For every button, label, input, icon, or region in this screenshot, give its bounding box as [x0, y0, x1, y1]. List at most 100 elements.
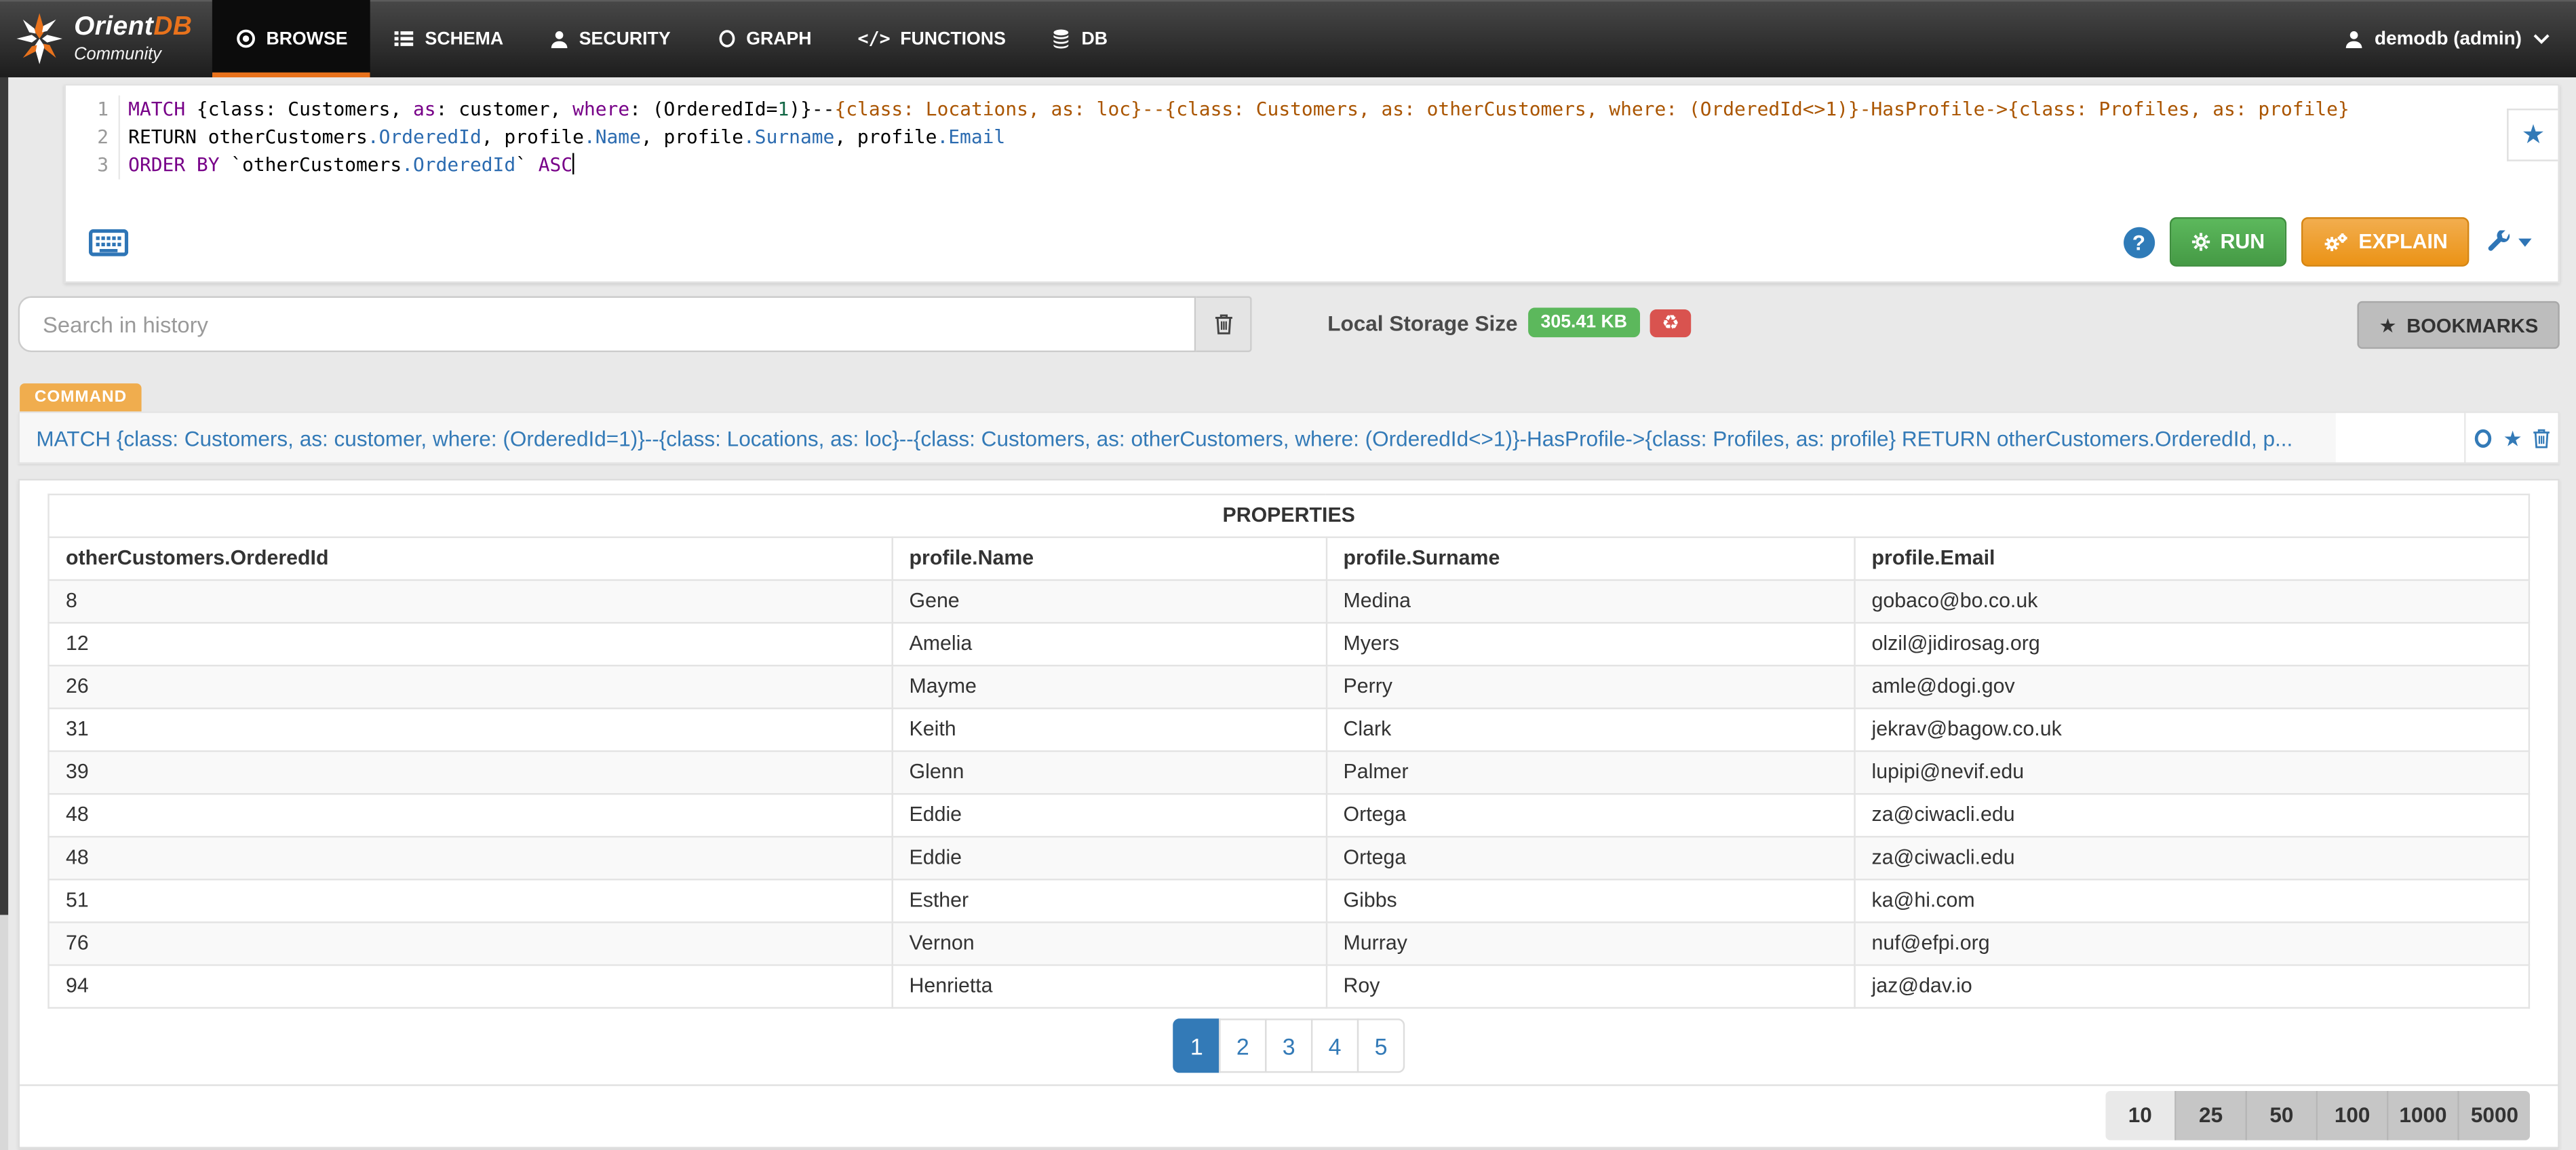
table-row: 94HenriettaRoyjaz@dav.io [49, 965, 2529, 1008]
query-settings-button[interactable] [2484, 231, 2535, 254]
scrollbar-thumb[interactable] [0, 77, 8, 914]
code-icon: </> [857, 28, 890, 50]
command-badge: COMMAND [20, 383, 142, 411]
cell: Eddie [892, 794, 1326, 837]
orientdb-studio-window: OrientDB Community BROWSESCHEMASECURITYG… [0, 0, 2576, 1150]
bookmark-button[interactable]: ★ [2503, 425, 2522, 450]
logo-db: DB [153, 13, 192, 41]
cell: Murray [1326, 922, 1854, 965]
command-row: MATCH {class: Customers, as: customer, w… [18, 411, 2560, 464]
help-icon[interactable]: ? [2123, 226, 2154, 257]
page-size-50[interactable]: 50 [2247, 1091, 2318, 1141]
run-button[interactable]: RUN [2169, 217, 2286, 267]
tab-label: FUNCTIONS [900, 28, 1006, 48]
page-button-1[interactable]: 1 [1173, 1018, 1220, 1073]
top-navbar: OrientDB Community BROWSE SCHEMA SECURITYG… [0, 0, 2576, 77]
recycle-icon: ♻ [1662, 310, 1679, 333]
tab-db[interactable]: DB [1029, 0, 1131, 77]
page-button-3[interactable]: 3 [1265, 1018, 1312, 1073]
page-size-10[interactable]: 10 [2105, 1091, 2176, 1141]
cell: Amelia [892, 623, 1326, 666]
line-number: 3 [73, 151, 109, 179]
column-header[interactable]: otherCustomers.OrderedId [49, 537, 892, 580]
local-storage-size: Local Storage Size 305.41 KB ♻ [1327, 308, 1691, 338]
tab-functions[interactable]: </> FUNCTIONS [835, 0, 1029, 77]
page-size-1000[interactable]: 1000 [2389, 1091, 2459, 1141]
gears-icon [2322, 231, 2349, 253]
results-panel: PROPERTIES otherCustomers.OrderedIdprofi… [18, 479, 2560, 1149]
code-line: ORDER BY `otherCustomers.OrderedId` ASC [128, 151, 2558, 179]
wrench-icon [2487, 231, 2510, 254]
table-row: 48EddieOrtegaza@ciwacli.edu [49, 794, 2529, 837]
results-footer: 10255010010005000 [20, 1084, 2558, 1147]
tab-browse[interactable]: BROWSE [212, 0, 370, 77]
help-glyph: ? [2132, 229, 2145, 254]
bookmarks-button[interactable]: ★ BOOKMARKS [2358, 301, 2560, 349]
cell: 51 [49, 879, 892, 922]
orientdb-star-icon [16, 13, 62, 64]
table-row: 12AmeliaMyersolzil@jidirosag.org [49, 623, 2529, 666]
page-size-25[interactable]: 25 [2177, 1091, 2247, 1141]
logo-text: OrientDB Community [74, 14, 192, 63]
rerun-button[interactable] [2472, 427, 2493, 448]
chevron-down-icon [2533, 33, 2550, 45]
bookmark-query-button[interactable]: ★ [2507, 109, 2558, 161]
cell: Henrietta [892, 965, 1326, 1008]
command-spacer [2336, 413, 2464, 463]
code-line: MATCH {class: Customers, as: customer, w… [128, 96, 2558, 123]
tab-schema[interactable]: SCHEMA [371, 0, 527, 77]
cell: Myers [1326, 623, 1854, 666]
eye-icon [235, 28, 256, 50]
explain-button[interactable]: EXPLAIN [2301, 217, 2470, 267]
cell: 12 [49, 623, 892, 666]
user-menu[interactable]: demodb (admin) [2343, 0, 2576, 77]
page-button-4[interactable]: 4 [1311, 1018, 1359, 1073]
history-bar: Local Storage Size 305.41 KB ♻ ★ BOOKMAR… [18, 296, 2560, 352]
cell: ka@hi.com [1854, 879, 2529, 922]
cell: Vernon [892, 922, 1326, 965]
user-icon [549, 28, 569, 48]
command-actions: ★ [2464, 413, 2558, 463]
cell: Ortega [1326, 837, 1854, 879]
command-query-text[interactable]: MATCH {class: Customers, as: customer, w… [20, 413, 2336, 463]
cell: 39 [49, 751, 892, 794]
cell: 48 [49, 794, 892, 837]
storage-size-badge: 305.41 KB [1527, 308, 1640, 338]
delete-button[interactable] [2532, 427, 2552, 448]
vertical-scrollbar[interactable] [0, 77, 8, 1150]
tab-label: SCHEMA [425, 28, 504, 48]
cell: 76 [49, 922, 892, 965]
column-header[interactable]: profile.Surname [1326, 537, 1854, 580]
column-header[interactable]: profile.Email [1854, 537, 2529, 580]
trash-icon [2532, 427, 2552, 448]
clear-storage-button[interactable]: ♻ [1650, 309, 1691, 337]
keyboard-shortcuts-icon[interactable] [89, 228, 128, 256]
main-navigation: BROWSE SCHEMA SECURITYGRAPH </> FUNCTIONS DB [212, 0, 1130, 77]
clear-history-button[interactable] [1196, 296, 1251, 352]
logo-community: Community [74, 45, 192, 62]
command-history-section: COMMAND MATCH {class: Customers, as: cus… [18, 380, 2560, 464]
page-button-5[interactable]: 5 [1357, 1018, 1405, 1073]
cell: amle@dogi.gov [1854, 666, 2529, 708]
star-icon: ★ [2503, 425, 2522, 450]
tab-label: DB [1081, 28, 1108, 48]
table-row: 51EstherGibbska@hi.com [49, 879, 2529, 922]
storage-label: Local Storage Size [1327, 310, 1517, 334]
cell: Glenn [892, 751, 1326, 794]
orientdb-logo[interactable]: OrientDB Community [0, 0, 212, 77]
editor-gutter: 123 [66, 96, 120, 180]
column-header[interactable]: profile.Name [892, 537, 1326, 580]
search-history-input[interactable] [18, 296, 1196, 352]
cell: 48 [49, 837, 892, 879]
tab-security[interactable]: SECURITY [526, 0, 693, 77]
line-number: 1 [73, 96, 109, 123]
cell: 26 [49, 666, 892, 708]
tab-graph[interactable]: GRAPH [694, 0, 835, 77]
editor-content[interactable]: MATCH {class: Customers, as: customer, w… [120, 96, 2558, 180]
page-button-2[interactable]: 2 [1219, 1018, 1266, 1073]
user-icon [2343, 28, 2363, 48]
star-icon: ★ [2379, 315, 2397, 334]
page-size-5000[interactable]: 5000 [2459, 1091, 2530, 1141]
code-editor[interactable]: 123 MATCH {class: Customers, as: custome… [66, 85, 2558, 179]
page-size-100[interactable]: 100 [2318, 1091, 2388, 1141]
